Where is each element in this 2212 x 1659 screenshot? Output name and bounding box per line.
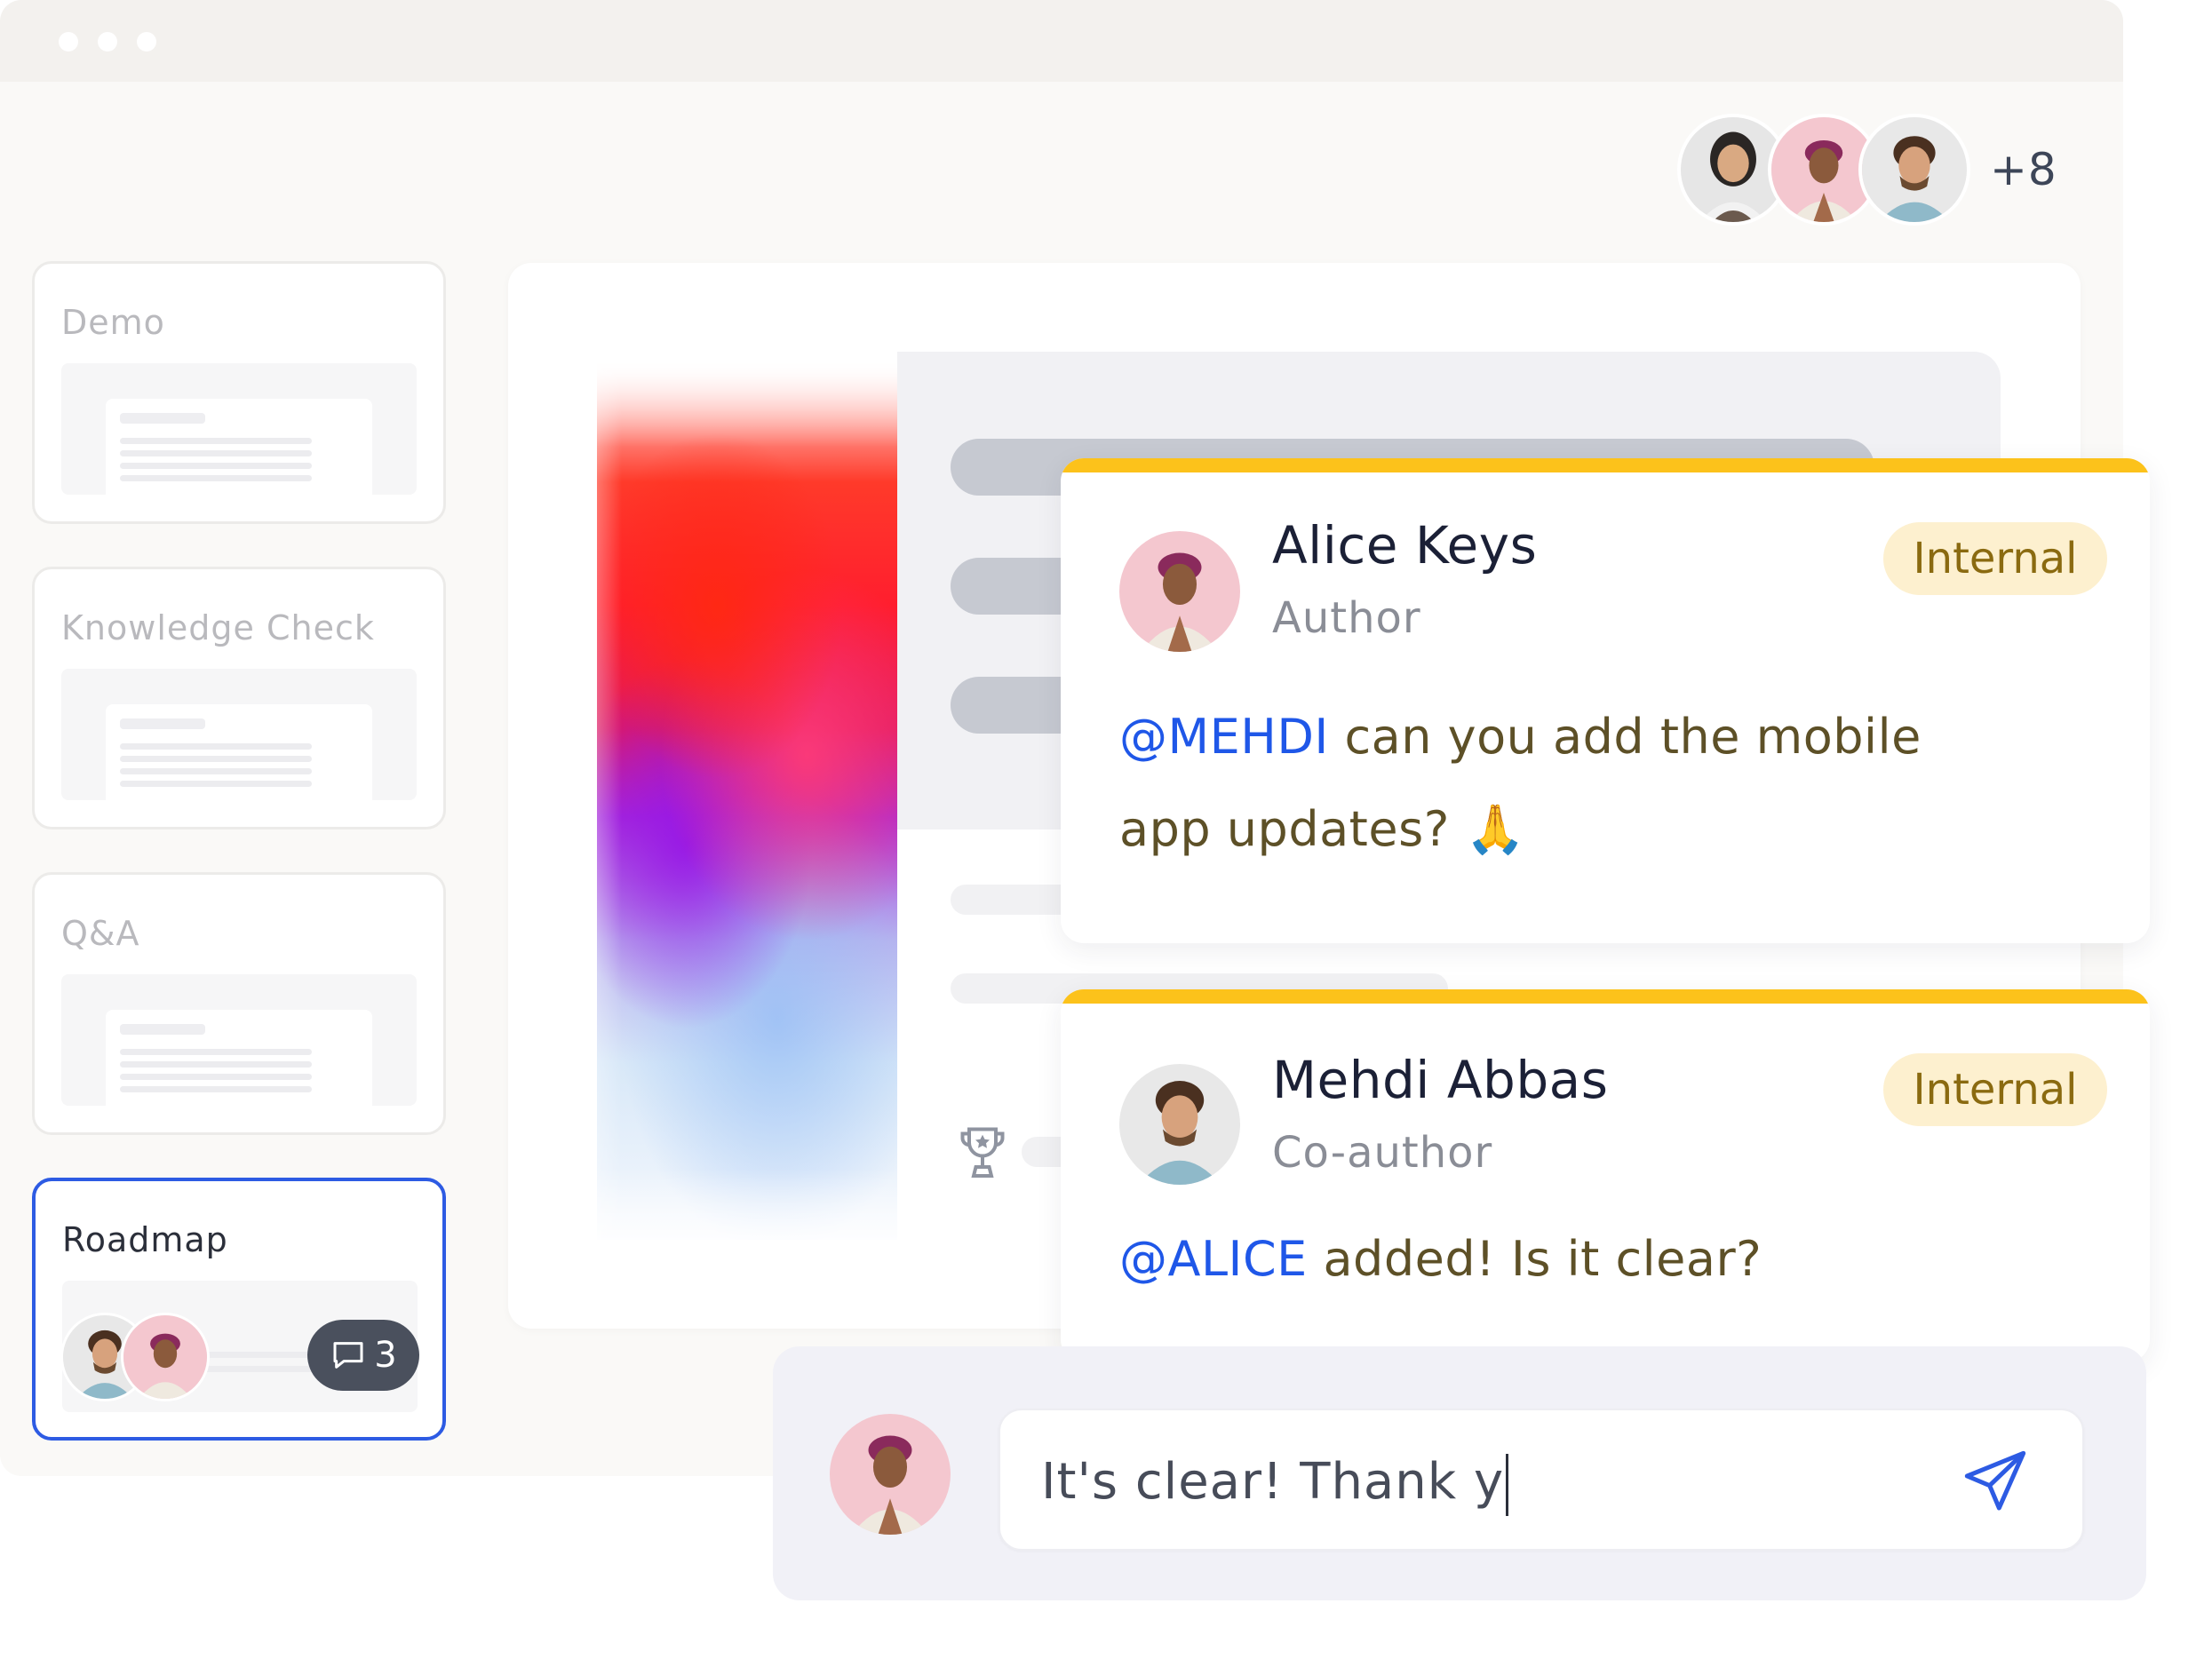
text-caret [1506, 1453, 1509, 1516]
comment-text-part: can you add the mobile [1328, 709, 1922, 765]
slide-title: Roadmap [62, 1220, 228, 1259]
commenter-name: Mehdi Abbas [1272, 1050, 1609, 1110]
comment-card-mehdi: Mehdi Abbas Co-author Internal @ALICE ad… [1061, 989, 2150, 1362]
slide-thumbnail [61, 669, 417, 800]
trophy-icon[interactable] [956, 1124, 1009, 1183]
more-participants-count[interactable]: +8 [1990, 144, 2057, 195]
comment-card-alice: Alice Keys Author Internal @MEHDI can yo… [1061, 458, 2150, 943]
slide-card-roadmap[interactable]: Roadmap 3 [32, 1178, 446, 1441]
reply-text: It's clear! Thank y [1041, 1453, 1505, 1511]
window-dot-maximize[interactable] [137, 32, 156, 52]
mention-link[interactable]: @ALICE [1119, 1231, 1308, 1287]
slide-card-demo[interactable]: Demo [32, 261, 446, 524]
gradient-artwork [597, 359, 897, 1240]
slide-title: Q&A [61, 914, 140, 953]
current-user-avatar [830, 1414, 951, 1535]
comment-count-badge[interactable]: 3 [307, 1320, 419, 1391]
commenter-role: Co-author [1272, 1128, 1493, 1178]
comment-accent-bar [1061, 458, 2150, 472]
comment-text-part: app updates? 🙏 [1119, 801, 1526, 857]
slide-title: Knowledge Check [61, 608, 375, 647]
internal-tag[interactable]: Internal [1883, 522, 2107, 595]
commenter-avatar[interactable] [1119, 531, 1240, 652]
slide-card-qa[interactable]: Q&A [32, 872, 446, 1135]
comment-accent-bar [1061, 989, 2150, 1004]
internal-tag[interactable]: Internal [1883, 1053, 2107, 1126]
reply-input[interactable]: It's clear! Thank y [999, 1409, 2084, 1551]
comment-count: 3 [374, 1335, 397, 1376]
commenter-avatar[interactable] [1119, 1064, 1240, 1185]
comment-icon [333, 1342, 363, 1369]
window-dot-minimize[interactable] [98, 32, 117, 52]
comment-text: @ALICE added! Is it clear? [1119, 1213, 1762, 1306]
participant-avatar-3[interactable] [1858, 114, 1970, 226]
commenter-role: Author [1272, 593, 1421, 643]
window-titlebar [0, 0, 2123, 82]
commenter-name: Alice Keys [1272, 515, 1538, 575]
slide-card-knowledge-check[interactable]: Knowledge Check [32, 567, 446, 830]
slide-thumbnail [61, 974, 417, 1106]
artwork-fade [542, 337, 622, 1243]
comment-text-part: added! Is it clear? [1307, 1231, 1762, 1287]
slide-thumbnail [61, 363, 417, 495]
reply-composer: It's clear! Thank y [773, 1346, 2146, 1600]
slide-title: Demo [61, 303, 165, 342]
window-dot-close[interactable] [59, 32, 78, 52]
send-icon[interactable] [1960, 1446, 2031, 1517]
comment-text: @MEHDI can you add the mobile app update… [1119, 691, 1922, 876]
reply-input-value[interactable]: It's clear! Thank y [1041, 1453, 1509, 1516]
commenter-avatar [121, 1313, 210, 1401]
mention-link[interactable]: @MEHDI [1119, 709, 1329, 765]
